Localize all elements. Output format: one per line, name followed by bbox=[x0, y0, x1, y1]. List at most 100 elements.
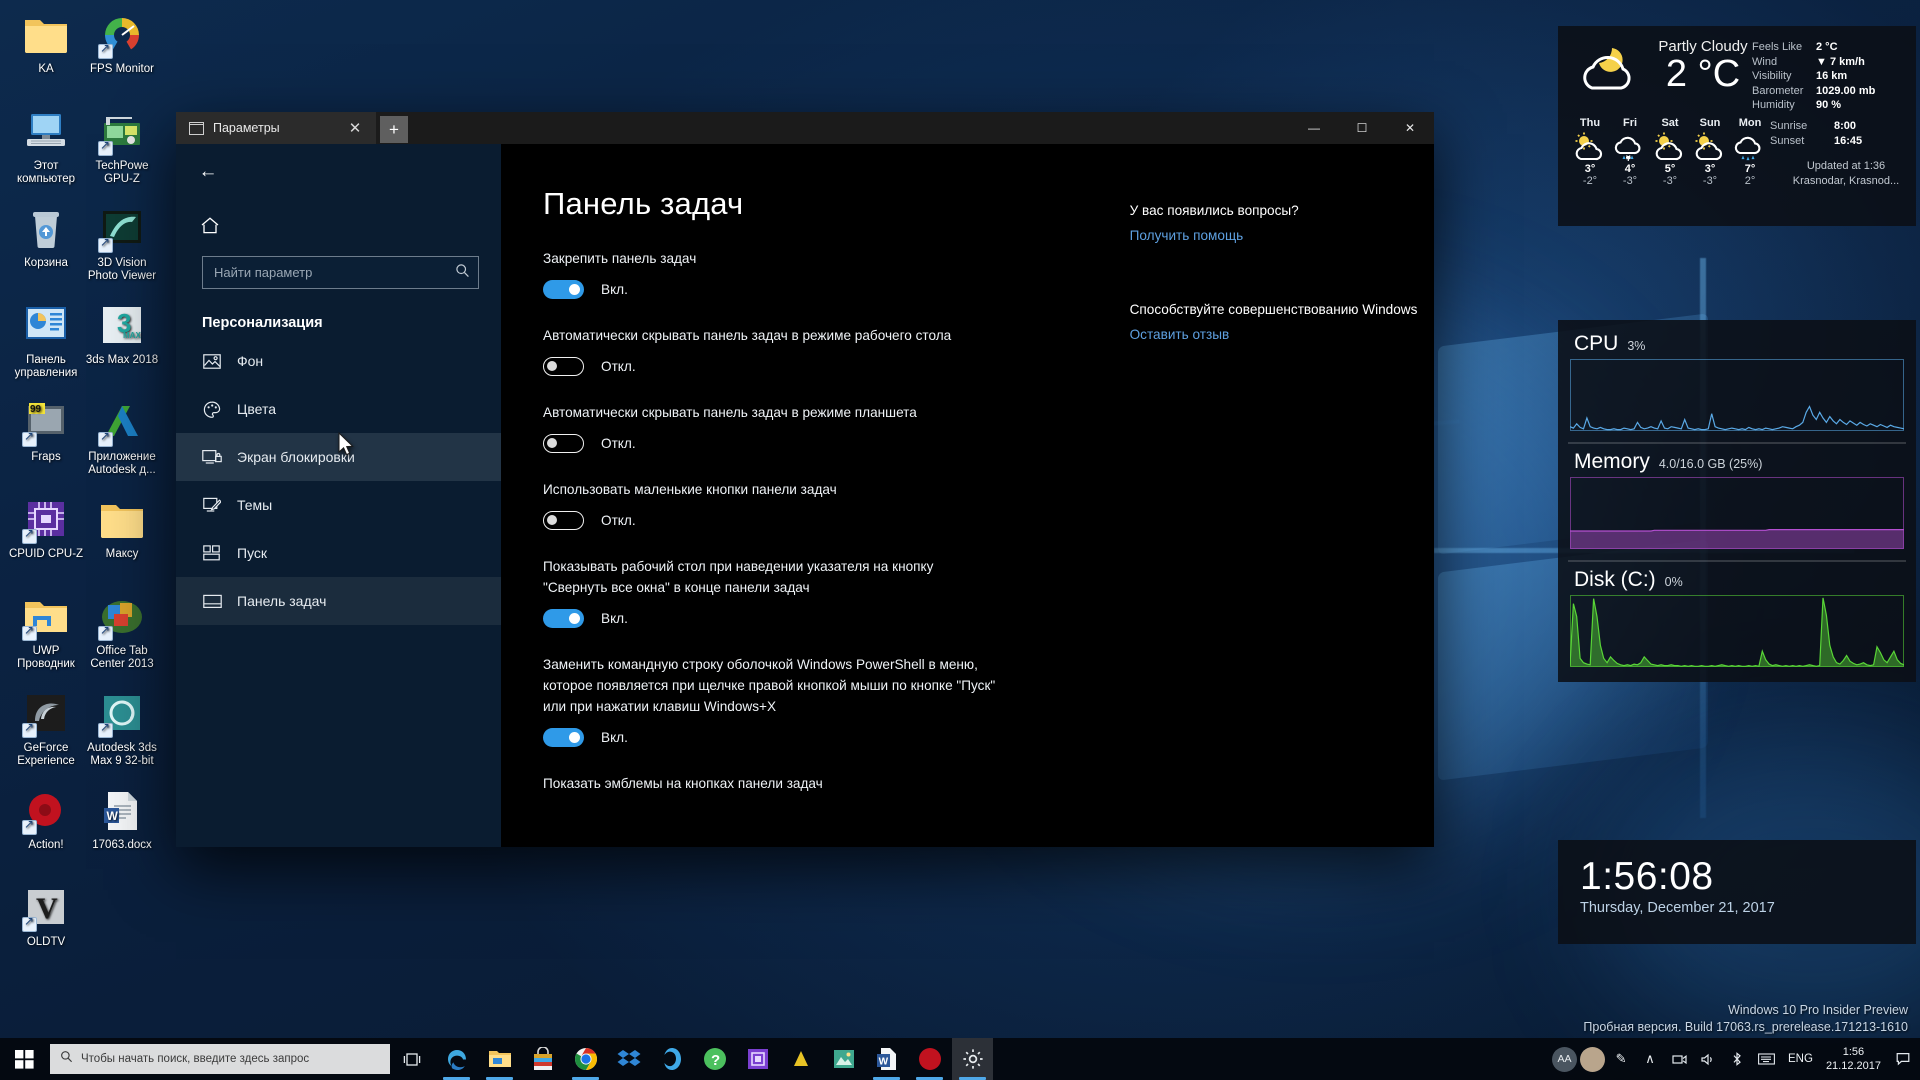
close-button[interactable]: ✕ bbox=[1386, 112, 1434, 144]
desktop-icon[interactable]: 99 Fraps bbox=[6, 402, 86, 464]
forecast-day[interactable]: Mon 7° 2° bbox=[1730, 117, 1770, 189]
tray-clock[interactable]: 1:56 21.12.2017 bbox=[1822, 1045, 1889, 1073]
desktop-icon[interactable]: Корзина bbox=[6, 208, 86, 270]
chevron-up-icon[interactable]: ∧ bbox=[1637, 1038, 1663, 1080]
help-heading: У вас появились вопросы? bbox=[1129, 203, 1299, 218]
weather-forecast-days[interactable]: Thu 3° -2° Fri 4° -3° Sat 5° -3° Sun 3° -3° Mon 7° 2° bbox=[1570, 117, 1770, 189]
weather-gadget[interactable]: Partly Cloudy 2 °C Feels Like 2 °C Wind ▼ 7… bbox=[1558, 26, 1916, 226]
taskbar-action-recorder-icon[interactable] bbox=[909, 1038, 950, 1080]
taskbar[interactable]: Чтобы начать поиск, введите здесь запрос… bbox=[0, 1038, 1920, 1080]
home-icon[interactable] bbox=[190, 208, 230, 242]
tab-close-icon[interactable]: ✕ bbox=[344, 121, 366, 136]
desktop-icon[interactable]: Office Tab Center 2013 bbox=[82, 596, 162, 671]
desktop-icon[interactable]: GeForce Experience bbox=[6, 693, 86, 768]
taskbar-photos-icon[interactable] bbox=[823, 1038, 864, 1080]
taskbar-cortana-icon[interactable] bbox=[651, 1038, 692, 1080]
minimize-button[interactable]: — bbox=[1290, 112, 1338, 144]
network-icon[interactable] bbox=[1666, 1038, 1692, 1080]
content-pane[interactable]: Панель задач Закрепить панель задач Вкл. А… bbox=[501, 144, 1434, 847]
sidebar-item-4[interactable]: Темы bbox=[176, 481, 501, 529]
performance-gadget[interactable]: CPU 3% Memory 4.0/16.0 GB (25%) Disk (C:… bbox=[1558, 320, 1916, 682]
toggle-switch[interactable] bbox=[543, 280, 584, 299]
system-tray[interactable]: AA ✎ ∧ ENG 1:56 21.12.2017 bbox=[1552, 1038, 1920, 1080]
clock-gadget[interactable]: 1:56:08 Thursday, December 21, 2017 bbox=[1558, 840, 1916, 944]
start-button[interactable] bbox=[0, 1038, 48, 1080]
navigation-pane[interactable]: ← Персонализация ФонЦветаЭкран блокиров bbox=[176, 144, 501, 847]
toggle-switch[interactable] bbox=[543, 434, 584, 453]
taskbar-app-list[interactable]: ? W bbox=[436, 1038, 993, 1080]
tab-strip[interactable]: Параметры ✕ + bbox=[176, 112, 408, 144]
content-scroll-fade bbox=[501, 825, 1434, 847]
forecast-day[interactable]: Fri 4° -3° bbox=[1610, 117, 1650, 189]
settings-search-box[interactable] bbox=[202, 256, 479, 289]
bluetooth-icon[interactable] bbox=[1724, 1038, 1750, 1080]
tray-badge-aa[interactable]: AA bbox=[1552, 1046, 1578, 1072]
taskbar-settings-gear-icon[interactable] bbox=[952, 1038, 993, 1080]
forecast-day[interactable]: Thu 3° -2° bbox=[1570, 117, 1610, 189]
desktop-icon[interactable]: Этот компьютер bbox=[6, 111, 86, 186]
setting-label: Автоматически скрывать панель задач в ре… bbox=[543, 328, 952, 343]
forecast-day[interactable]: Sun 3° -3° bbox=[1690, 117, 1730, 189]
window-title-bar[interactable]: Параметры ✕ + — ☐ ✕ bbox=[176, 112, 1434, 144]
taskbar-cpuz-icon[interactable] bbox=[737, 1038, 778, 1080]
sidebar-item-1[interactable]: Фон bbox=[176, 337, 501, 385]
language-indicator[interactable]: ENG bbox=[1782, 1053, 1819, 1065]
avatar[interactable] bbox=[1580, 1046, 1606, 1072]
taskbar-microsoft-store-icon[interactable] bbox=[522, 1038, 563, 1080]
taskbar-file-explorer-icon[interactable] bbox=[479, 1038, 520, 1080]
toggle-switch[interactable] bbox=[543, 357, 584, 376]
new-tab-button[interactable]: + bbox=[380, 116, 408, 143]
title-bar-drag-area[interactable] bbox=[408, 112, 1290, 144]
window-tab-settings[interactable]: Параметры ✕ bbox=[176, 112, 376, 144]
desktop-icon[interactable]: 3 MAX 3ds Max 2018 bbox=[82, 305, 162, 367]
settings-window[interactable]: Параметры ✕ + — ☐ ✕ ← Найти параметр Пер… bbox=[176, 112, 1434, 847]
desktop-icon[interactable]: Action! bbox=[6, 790, 86, 852]
desktop-icon[interactable]: TechPowe GPU-Z bbox=[82, 111, 162, 186]
cpu-value: 3% bbox=[1627, 339, 1646, 353]
desktop-icon[interactable]: FPS Monitor bbox=[82, 14, 162, 76]
taskbar-search-box[interactable]: Чтобы начать поиск, введите здесь запрос bbox=[50, 1044, 390, 1074]
desktop-icon[interactable]: W 17063.docx bbox=[82, 790, 162, 852]
setting-label: Показать эмблемы на кнопках панели задач bbox=[543, 776, 823, 791]
notification-icon[interactable] bbox=[1892, 1052, 1914, 1066]
taskbar-settings-group[interactable]: Закрепить панель задач Вкл. Автоматически … bbox=[543, 248, 1124, 794]
sidebar-item-5[interactable]: Пуск bbox=[176, 529, 501, 577]
desktop[interactable]: KA FPS Monitor Этот компьютер TechPowe GPU-… bbox=[0, 0, 1920, 1080]
taskbar-word-icon[interactable]: W bbox=[866, 1038, 907, 1080]
nav-item-list[interactable]: Фон Цвета Экран блокировки Темы Пуск Панель з… bbox=[176, 337, 501, 625]
back-button[interactable]: ← bbox=[184, 154, 232, 190]
pen-icon[interactable]: ✎ bbox=[1608, 1038, 1634, 1080]
desktop-icon-label: Autodesk 3ds Max 9 32-bit bbox=[87, 742, 157, 767]
taskbar-help-icon[interactable]: ? bbox=[694, 1038, 735, 1080]
desktop-icon[interactable]: V OLDTV bbox=[6, 887, 86, 949]
sidebar-item-3[interactable]: Экран блокировки bbox=[176, 433, 501, 481]
weather-summary: Partly Cloudy 2 °C bbox=[1654, 36, 1752, 94]
maximize-button[interactable]: ☐ bbox=[1338, 112, 1386, 144]
weather-stat-row: Barometer 1029.00 mb bbox=[1752, 84, 1904, 99]
desktop-icon-label: Максу bbox=[105, 548, 139, 560]
taskbar-edge-icon[interactable] bbox=[436, 1038, 477, 1080]
taskbar-chrome-icon[interactable] bbox=[565, 1038, 606, 1080]
desktop-icon[interactable]: UWP Проводник bbox=[6, 596, 86, 671]
keyboard-icon[interactable] bbox=[1753, 1038, 1779, 1080]
toggle-switch[interactable] bbox=[543, 511, 584, 530]
get-help-link[interactable]: Получить помощь bbox=[1130, 228, 1434, 243]
sidebar-item-2[interactable]: Цвета bbox=[176, 385, 501, 433]
desktop-icon[interactable]: Панель управления bbox=[6, 305, 86, 380]
taskbar-dropbox-icon[interactable] bbox=[608, 1038, 649, 1080]
toggle-switch[interactable] bbox=[543, 728, 584, 747]
search-input[interactable] bbox=[214, 265, 455, 280]
volume-icon[interactable] bbox=[1695, 1038, 1721, 1080]
desktop-icon[interactable]: CPUID CPU-Z bbox=[6, 499, 86, 561]
desktop-icon[interactable]: Приложение Autodesk д... bbox=[82, 402, 162, 477]
forecast-day[interactable]: Sat 5° -3° bbox=[1650, 117, 1690, 189]
toggle-switch[interactable] bbox=[543, 609, 584, 628]
desktop-icon[interactable]: 3D Vision Photo Viewer bbox=[82, 208, 162, 283]
taskbar-fraps-icon[interactable] bbox=[780, 1038, 821, 1080]
desktop-icon[interactable]: Максу bbox=[82, 499, 162, 561]
sidebar-item-6[interactable]: Панель задач bbox=[176, 577, 501, 625]
desktop-icon[interactable]: Autodesk 3ds Max 9 32-bit bbox=[82, 693, 162, 768]
give-feedback-link[interactable]: Оставить отзыв bbox=[1130, 327, 1434, 342]
desktop-icon[interactable]: KA bbox=[6, 14, 86, 76]
task-view-button[interactable] bbox=[390, 1052, 434, 1067]
